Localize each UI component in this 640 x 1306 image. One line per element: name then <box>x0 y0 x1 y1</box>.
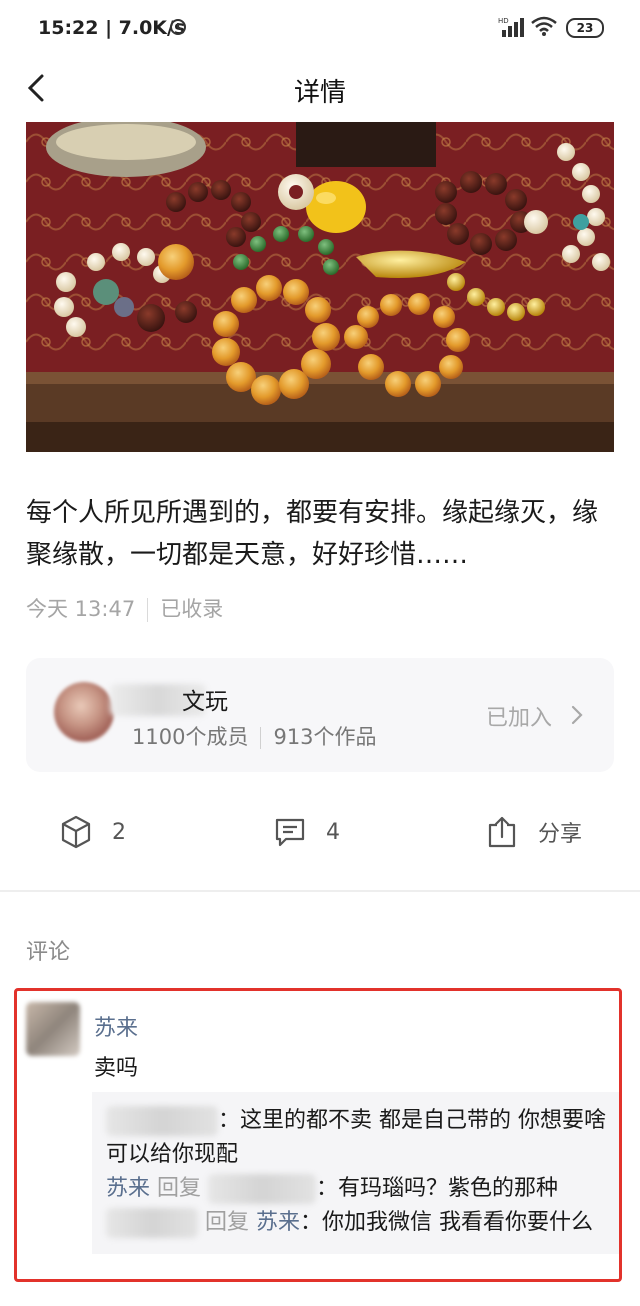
hd-signal-icon: HD <box>498 17 524 37</box>
stats-divider <box>260 727 262 749</box>
comments-heading: 评论 <box>26 940 71 965</box>
svg-text:HD: HD <box>498 17 509 25</box>
comment-button[interactable]: 4 <box>274 806 340 858</box>
status-time: 15:22 | 7.0K/s <box>38 17 186 39</box>
group-card[interactable]: 文玩 1100个成员 913个作品 已加入 <box>26 658 614 772</box>
post-meta: 今天 13:47 已收录 <box>26 592 223 626</box>
beads-photo <box>26 122 614 452</box>
joined-button[interactable]: 已加入 <box>486 700 552 732</box>
post-time: 今天 13:47 <box>26 597 136 621</box>
cube-icon <box>61 815 91 849</box>
like-count: 2 <box>112 819 126 845</box>
comment-count: 4 <box>326 819 340 845</box>
section-divider <box>0 890 640 892</box>
page-title: 详情 <box>293 78 346 108</box>
meta-divider <box>147 598 149 622</box>
red-highlight-box <box>14 988 622 1282</box>
share-icon <box>488 816 516 848</box>
share-button[interactable]: 分享 <box>486 806 582 858</box>
back-chevron-left-icon[interactable] <box>22 68 52 108</box>
action-bar: 2 4 分享 <box>0 806 640 858</box>
post-status: 已收录 <box>160 597 224 621</box>
page-header: 详情 <box>0 58 640 120</box>
group-works: 913个作品 <box>273 725 377 749</box>
group-stats: 1100个成员 913个作品 <box>132 722 377 752</box>
battery-icon: 23 <box>566 18 604 38</box>
post-image[interactable] <box>26 122 614 452</box>
wifi-icon <box>531 16 557 36</box>
comment-bubble-icon <box>275 818 305 847</box>
group-members: 1100个成员 <box>132 725 249 749</box>
share-label: 分享 <box>538 822 583 847</box>
chevron-right-icon <box>571 705 583 725</box>
group-name: 文玩 <box>182 689 228 715</box>
post-text: 每个人所见所遇到的，都要有安排。缘起缘灭，缘聚缘散，一切都是天意，好好珍惜…… <box>26 498 599 570</box>
status-bar: 15:22 | 7.0K/s HD 23 <box>0 0 640 58</box>
alarm-clock-icon <box>170 19 186 35</box>
group-avatar <box>54 682 114 742</box>
like-button[interactable]: 2 <box>60 806 126 858</box>
